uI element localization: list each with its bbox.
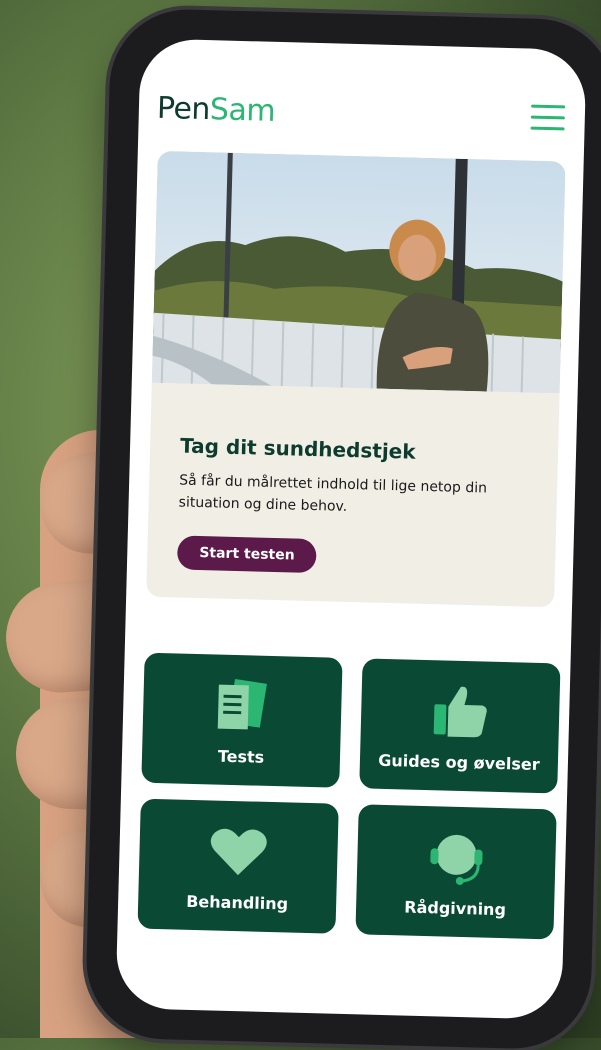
logo-text-sam: Sam	[209, 92, 276, 129]
headset-icon	[424, 824, 490, 894]
tile-guides-label: Guides og øvelser	[377, 750, 540, 775]
hamburger-menu-icon[interactable]	[530, 104, 566, 132]
tile-tests[interactable]: Tests	[141, 652, 343, 788]
health-check-card: Tag dit sundhedstjek Så får du målrettet…	[146, 150, 566, 608]
tile-tests-label: Tests	[217, 746, 265, 767]
hero-title: Tag dit sundhedstjek	[179, 433, 416, 464]
logo-text-pen: Pen	[156, 90, 211, 128]
tile-behandling-label: Behandling	[185, 891, 289, 914]
tile-behandling[interactable]: Behandling	[137, 798, 339, 934]
app-header: PenSam	[138, 38, 587, 160]
thumbs-up-icon	[427, 678, 493, 748]
tile-raadgivning-label: Rådgivning	[404, 897, 507, 920]
heart-icon	[206, 818, 272, 888]
start-test-button[interactable]: Start testen	[176, 535, 318, 574]
tile-raadgivning[interactable]: Rådgivning	[355, 804, 557, 940]
tile-guides[interactable]: Guides og øvelser	[359, 658, 561, 794]
pensam-logo[interactable]: PenSam	[156, 91, 275, 129]
documents-icon	[209, 672, 275, 742]
phone-screen: PenSam Tag dit sundhedstjek Så får du må…	[115, 38, 587, 1020]
hero-photo-woman-on-bridge	[151, 150, 566, 394]
hero-description: Så får du målrettet indhold til lige net…	[178, 472, 488, 515]
